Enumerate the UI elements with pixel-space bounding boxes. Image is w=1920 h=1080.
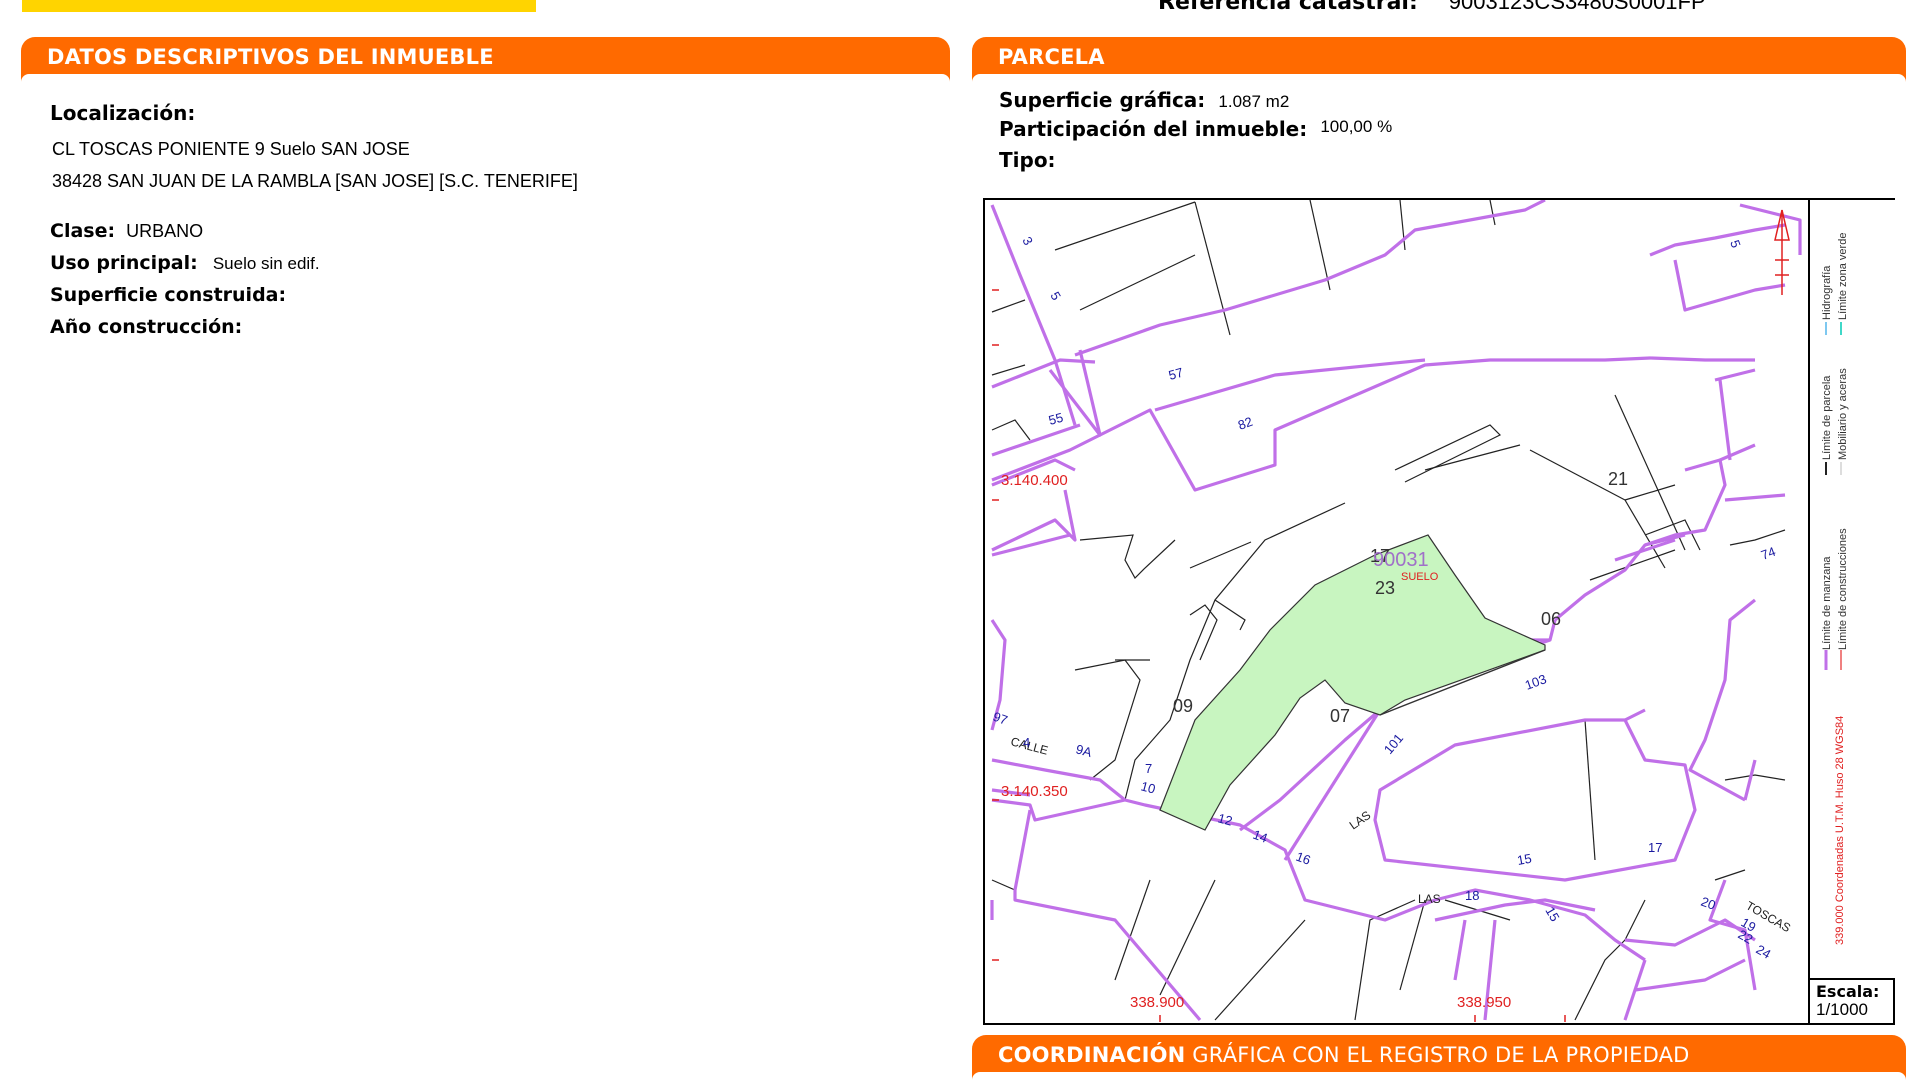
legend-manzana: Límite de manzana [1821, 556, 1833, 650]
street-label-las-2: LAS [1418, 892, 1441, 906]
house-number: 5 [1727, 238, 1744, 250]
coordinacion-title-b: GRÁFICA CON EL REGISTRO DE LA PROPIEDAD [1185, 1043, 1690, 1067]
house-number: 10 [1139, 778, 1157, 796]
house-number: 7 [1145, 761, 1152, 776]
legend-zona-verde: Límite zona verde [1837, 233, 1849, 320]
house-number: 55 [1047, 410, 1065, 428]
parcel-label-21: 21 [1608, 469, 1628, 489]
legend-svg: Límite de manzana Límite de construccion… [1821, 233, 1849, 945]
highlighted-parcel [1159, 534, 1546, 831]
coord-y-3140400: 3.140.400 [1001, 472, 1068, 489]
coord-x-338900: 338.900 [1130, 994, 1184, 1011]
house-number: 9A [1074, 741, 1094, 760]
house-number: 74 [1759, 544, 1778, 563]
datos-title-b: INMUEBLE [370, 45, 494, 69]
clase-row: Clase: URBANO [50, 220, 203, 242]
clase-label: Clase: [50, 220, 116, 242]
uso-label: Uso principal: [50, 252, 198, 274]
parcel-type-label: SUELO [1401, 571, 1439, 583]
scale-value: 1/1000 [1816, 1000, 1868, 1019]
parcela-title: PARCELA [998, 45, 1105, 69]
house-number: 5 [1047, 289, 1064, 303]
localizacion-label: Localización: [50, 101, 196, 125]
house-number: 82 [1236, 414, 1255, 433]
legend-parcela: Límite de parcela [1821, 375, 1833, 460]
map-scale: Escala: 1/1000 [1808, 978, 1893, 1023]
localizacion-line1: CL TOSCAS PONIENTE 9 Suelo SAN JOSE [52, 139, 410, 159]
superficie-construida-label: Superficie construida: [50, 284, 287, 306]
participacion-label: Participación del inmueble: [999, 117, 1308, 141]
parcel-label-07: 07 [1330, 706, 1350, 726]
parcela-header: PARCELA [972, 37, 1906, 82]
legend-hidrografia: Hidrografía [1821, 265, 1833, 320]
map-svg: 17 21 06 09 07 90031 SUELO 23 3.140.400 … [990, 200, 1802, 1022]
superficie-grafica-label: Superficie gráfica: [999, 88, 1206, 112]
house-number: 16 [1294, 849, 1313, 868]
map-legend: Límite de manzana Límite de construccion… [1808, 200, 1895, 978]
datos-descriptivos-header: DATOS DESCRIPTIVOS DEL INMUEBLE [21, 37, 950, 82]
referencia-catastral: Referencia catastral: 9003123CS3480S0001… [1158, 0, 1706, 15]
uso-row: Uso principal: Suelo sin edif. [50, 252, 320, 274]
participacion-row: Participación del inmueble: 100,00 % [999, 117, 1392, 141]
legend-construcciones: Límite de construcciones [1837, 528, 1849, 650]
cadastral-map: 17 21 06 09 07 90031 SUELO 23 3.140.400 … [983, 198, 1895, 1025]
superficie-grafica-row: Superficie gráfica: 1.087 m2 [999, 88, 1289, 112]
scale-label: Escala: [1816, 982, 1880, 1001]
referencia-value: 9003123CS3480S0001FP [1448, 0, 1706, 14]
coordinacion-header: COORDINACIÓN GRÁFICA CON EL REGISTRO DE … [972, 1035, 1906, 1080]
localizacion-line2: 38428 SAN JUAN DE LA RAMBLA [SAN JOSE] [… [52, 171, 578, 191]
house-number: 12 [1216, 810, 1234, 828]
house-number: 24 [1754, 942, 1774, 962]
datos-title-a: DATOS DESCRIPTIVOS DEL [47, 45, 371, 69]
street-label-las-1: LAS [1347, 808, 1374, 832]
house-number: 103 [1523, 671, 1549, 693]
participacion-value: 100,00 % [1320, 117, 1393, 136]
parcel-number: 23 [1375, 578, 1395, 598]
referencia-label: Referencia catastral: [1158, 0, 1418, 15]
house-number: 15 [1516, 851, 1533, 868]
tipo-label: Tipo: [999, 148, 1056, 172]
house-number: 4 [1023, 735, 1030, 750]
legend-coordinates: 339.000 Coordenadas U.T.M. Huso 28 WGS84 [1834, 716, 1846, 945]
parcel-id: 90031 [1373, 549, 1429, 571]
superficie-grafica-value: 1.087 m2 [1218, 92, 1290, 111]
parcel-label-06: 06 [1541, 609, 1561, 629]
house-number: 101 [1381, 731, 1406, 757]
house-number: 14 [1251, 827, 1270, 846]
ano-construccion-label: Año construcción: [50, 316, 243, 338]
coord-x-338950: 338.950 [1457, 994, 1511, 1011]
house-number: 18 [1465, 888, 1479, 903]
coord-y-3140350: 3.140.350 [1001, 783, 1068, 800]
header-accent-bar [22, 0, 536, 12]
north-arrow-icon [1774, 209, 1790, 295]
house-number: 57 [1167, 365, 1185, 383]
clase-value: URBANO [126, 221, 204, 241]
uso-value: Suelo sin edif. [212, 254, 320, 273]
house-number: 3 [1019, 234, 1036, 248]
parcel-label-09: 09 [1173, 696, 1193, 716]
coordinacion-title-a: COORDINACIÓN [998, 1043, 1186, 1067]
house-number: 17 [1648, 840, 1662, 855]
legend-mobiliario: Mobiliario y aceras [1837, 368, 1849, 460]
